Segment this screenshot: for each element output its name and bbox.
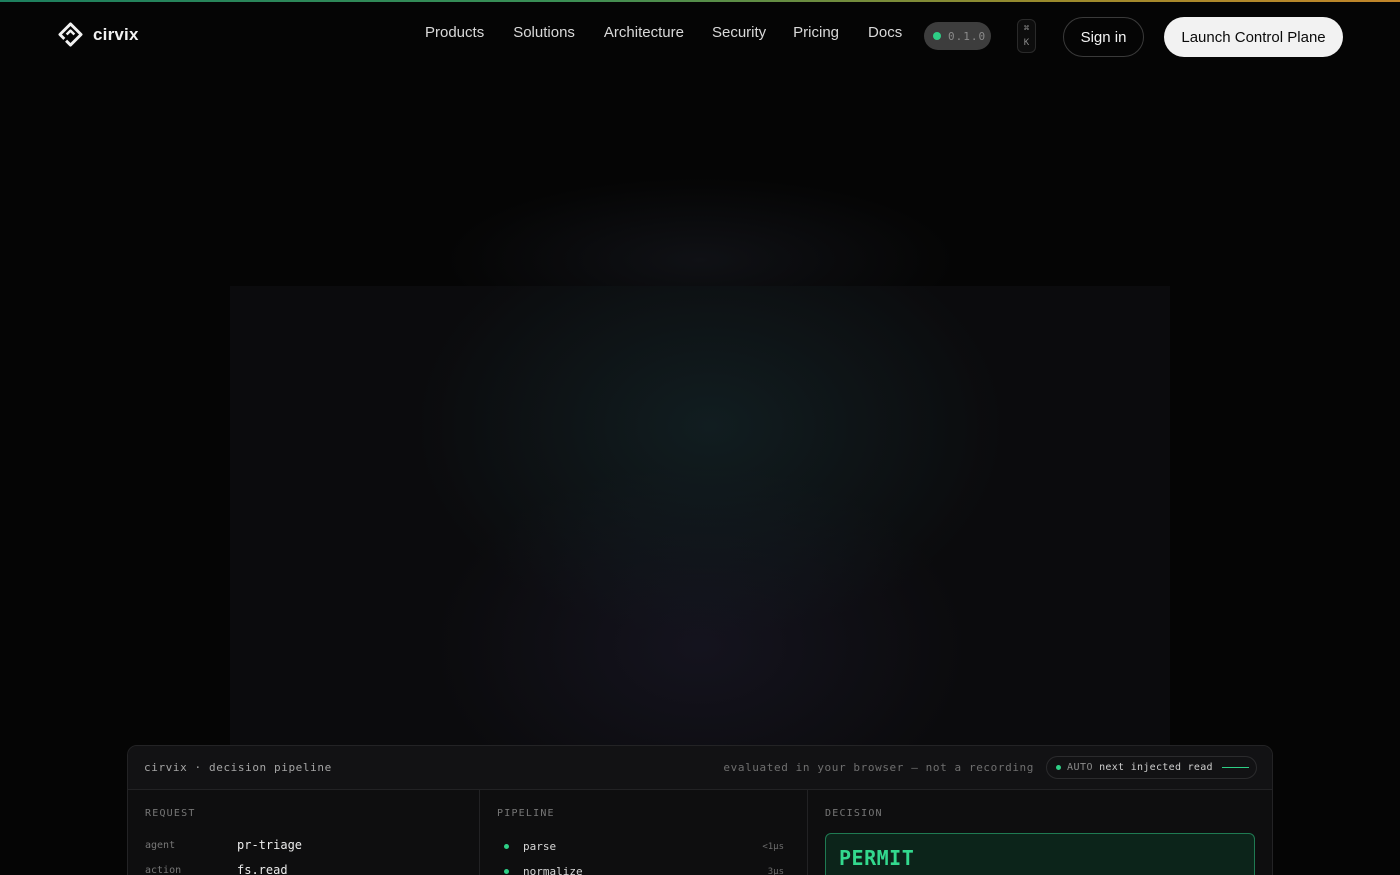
command-shortcut[interactable]: ⌘ K [1017,19,1036,53]
nav-item-pricing[interactable]: Pricing [793,24,839,41]
request-row: agent pr-triage [145,838,302,852]
auto-play-indicator[interactable]: AUTO next injected read [1046,756,1257,779]
step-time: 3µs [767,866,784,875]
primary-menu: Products Solutions Architecture Security… [425,24,902,41]
request-value: fs.read [237,863,288,875]
cmd-key: ⌘ [1023,24,1030,34]
panel-title: cirvix · decision pipeline [144,761,332,774]
hero-glow-top [330,150,1070,290]
auto-label: AUTO [1067,762,1094,773]
sign-in-button[interactable]: Sign in [1063,17,1144,57]
top-nav: cirvix Products Solutions Architecture S… [0,2,1400,68]
version-text: 0.1.0 [948,29,987,43]
request-key: action [145,865,182,875]
step-name: parse [523,840,557,853]
brand-name: cirvix [93,24,139,44]
nav-item-architecture[interactable]: Architecture [604,24,684,41]
pipeline-column: PIPELINE parse <1µs normalize 3µs [480,790,808,875]
nav-item-security[interactable]: Security [712,24,766,41]
request-row: action fs.read [145,863,288,875]
status-dot-icon [504,869,509,874]
decision-value: PERMIT [839,846,915,870]
panel-header: cirvix · decision pipeline evaluated in … [128,746,1272,790]
decision-result: PERMIT [825,833,1255,875]
request-heading: REQUEST [145,808,196,819]
request-value: pr-triage [237,838,303,852]
version-badge[interactable]: 0.1.0 [924,22,991,50]
launch-control-plane-button[interactable]: Launch Control Plane [1164,17,1343,57]
pipeline-step: normalize 3µs [504,865,784,875]
decision-pipeline-panel: cirvix · decision pipeline evaluated in … [127,745,1273,875]
nav-item-solutions[interactable]: Solutions [513,24,575,41]
request-key: agent [145,840,176,851]
request-column: REQUEST agent pr-triage action fs.read [128,790,480,875]
decision-column: DECISION PERMIT [808,790,1272,875]
status-dot-icon [1056,765,1061,770]
decision-heading: DECISION [825,808,883,819]
k-key: K [1023,38,1030,48]
panel-note: evaluated in your browser — not a record… [723,761,1034,774]
status-dot-icon [933,32,941,40]
panel-columns: REQUEST agent pr-triage action fs.read P… [128,790,1272,875]
pipeline-heading: PIPELINE [497,808,555,819]
brand-logo[interactable]: cirvix [58,22,139,47]
auto-next: next injected read [1099,762,1213,773]
pipeline-step: parse <1µs [504,840,784,853]
status-dot-icon [504,844,509,849]
step-time: <1µs [762,841,784,852]
cirvix-logo-icon [58,22,83,47]
hero-glow [230,286,1170,746]
step-name: normalize [523,865,583,875]
nav-item-docs[interactable]: Docs [868,24,902,41]
nav-item-products[interactable]: Products [425,24,484,41]
progress-line [1221,767,1249,768]
